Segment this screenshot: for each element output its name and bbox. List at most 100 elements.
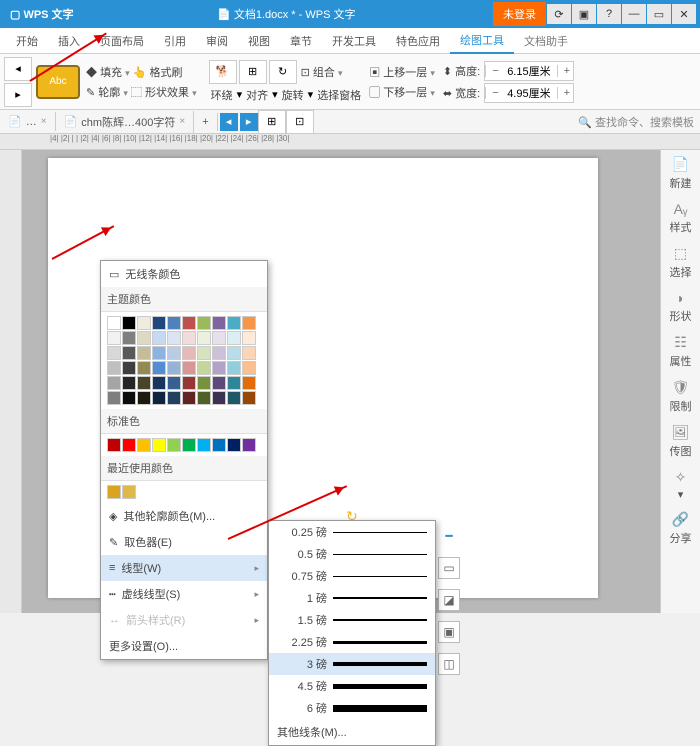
color-swatch[interactable] [227,391,241,405]
color-swatch[interactable] [107,485,121,499]
send-backward[interactable]: ▢ 下移一层 ▾ [367,83,437,101]
color-swatch[interactable] [242,361,256,375]
color-swatch[interactable] [122,438,136,452]
tab-nav-right[interactable]: ▸ [240,113,258,131]
line-width-0.75 磅[interactable]: 0.75 磅 [269,565,435,587]
color-swatch[interactable] [122,361,136,375]
color-swatch[interactable] [107,438,121,452]
color-swatch[interactable] [152,361,166,375]
doc-tab-1[interactable]: 📄 …× [0,112,56,131]
color-swatch[interactable] [182,361,196,375]
shape-style-next[interactable]: ▸ [4,83,32,107]
align-button[interactable]: 对齐 [244,86,270,104]
color-swatch[interactable] [137,438,151,452]
other-lines[interactable]: 其他线条(M)... [269,719,435,745]
side-upload[interactable]: 🖼传图 [670,424,692,459]
tab-reference[interactable]: 引用 [154,29,196,53]
bring-forward[interactable]: ▣ 上移一层 ▾ [367,63,437,81]
tab-drawing-tools[interactable]: 绘图工具 [450,28,514,54]
dashed-type[interactable]: ┅ 虚线线型(S)▸ [101,581,267,607]
color-swatch[interactable] [182,376,196,390]
no-line-color[interactable]: ▭ 无线条颜色 [101,261,267,287]
color-swatch[interactable] [107,361,121,375]
color-swatch[interactable] [152,346,166,360]
color-swatch[interactable] [167,438,181,452]
more-colors[interactable]: ◈ 其他轮廓颜色(M)... [101,503,267,529]
color-swatch[interactable] [152,438,166,452]
tab-special[interactable]: 特色应用 [386,29,450,53]
float-tool-2[interactable]: ◪ [438,589,460,611]
color-swatch[interactable] [107,376,121,390]
color-swatch[interactable] [137,346,151,360]
tab-dev[interactable]: 开发工具 [322,29,386,53]
color-swatch[interactable] [242,316,256,330]
color-swatch[interactable] [167,331,181,345]
color-swatch[interactable] [167,361,181,375]
color-swatch[interactable] [197,391,211,405]
color-swatch[interactable] [122,485,136,499]
side-style[interactable]: Aᵧ样式 [670,201,692,235]
float-minus-icon[interactable]: ━ [438,525,460,547]
align-icon[interactable]: ⊞ [239,60,267,84]
tab-nav-left[interactable]: ◂ [220,113,238,131]
login-status[interactable]: 未登录 [493,2,546,26]
color-swatch[interactable] [122,331,136,345]
float-tool-3[interactable]: ▣ [438,621,460,643]
line-width-1.5 磅[interactable]: 1.5 磅 [269,609,435,631]
tab-chapter[interactable]: 章节 [280,29,322,53]
search-input[interactable]: 🔍 查找命令、搜索模板 [578,114,700,130]
color-swatch[interactable] [122,391,136,405]
tab-tool-2[interactable]: ⊡ [286,110,314,134]
color-swatch[interactable] [212,376,226,390]
color-swatch[interactable] [182,331,196,345]
color-swatch[interactable] [242,331,256,345]
color-swatch[interactable] [242,438,256,452]
color-swatch[interactable] [242,391,256,405]
side-new[interactable]: 📄新建 [670,156,692,191]
color-swatch[interactable] [197,438,211,452]
tab-tool-1[interactable]: ⊞ [258,110,286,134]
color-swatch[interactable] [227,361,241,375]
color-swatch[interactable] [197,316,211,330]
color-swatch[interactable] [137,331,151,345]
color-swatch[interactable] [227,316,241,330]
recent-color-row[interactable] [101,481,267,503]
color-swatch[interactable] [212,331,226,345]
color-swatch[interactable] [182,346,196,360]
standard-color-row[interactable] [101,434,267,456]
color-swatch[interactable] [152,391,166,405]
color-swatch[interactable] [107,346,121,360]
outline-button[interactable]: ✎ 轮廓 ▾ ⬚ 形状效果 ▾ [84,83,199,101]
color-swatch[interactable] [122,316,136,330]
color-swatch[interactable] [137,376,151,390]
tab-start[interactable]: 开始 [6,29,48,53]
side-limit[interactable]: 🛡限制 [670,379,692,414]
height-field[interactable]: −6.15厘米+ [484,61,573,81]
color-swatch[interactable] [212,346,226,360]
width-field[interactable]: −4.95厘米+ [484,83,573,103]
color-swatch[interactable] [182,438,196,452]
color-swatch[interactable] [122,376,136,390]
group-button[interactable]: ⊡ 组合 ▾ [299,63,345,81]
side-more[interactable]: ✧▾ [675,469,687,501]
line-width-3 磅[interactable]: 3 磅 [269,653,435,675]
fill-button[interactable]: ◆ 填充 ▾ 👆 格式刷 [84,63,199,81]
float-tool-1[interactable]: ▭ [438,557,460,579]
wrap-icon[interactable]: 🐕 [209,60,237,84]
wrap-button[interactable]: 环绕 [209,86,235,104]
color-swatch[interactable] [212,438,226,452]
color-swatch[interactable] [122,346,136,360]
color-swatch[interactable] [152,376,166,390]
side-select[interactable]: ⬚选择 [670,245,692,280]
color-swatch[interactable] [152,316,166,330]
color-swatch[interactable] [197,346,211,360]
color-swatch[interactable] [167,376,181,390]
float-tool-4[interactable]: ◫ [438,653,460,675]
expand-icon[interactable]: ▣ [572,4,596,24]
tab-review[interactable]: 审阅 [196,29,238,53]
color-swatch[interactable] [197,361,211,375]
sync-icon[interactable]: ⟳ [547,4,571,24]
color-swatch[interactable] [107,316,121,330]
color-swatch[interactable] [227,376,241,390]
rotate-icon[interactable]: ↻ [269,60,297,84]
